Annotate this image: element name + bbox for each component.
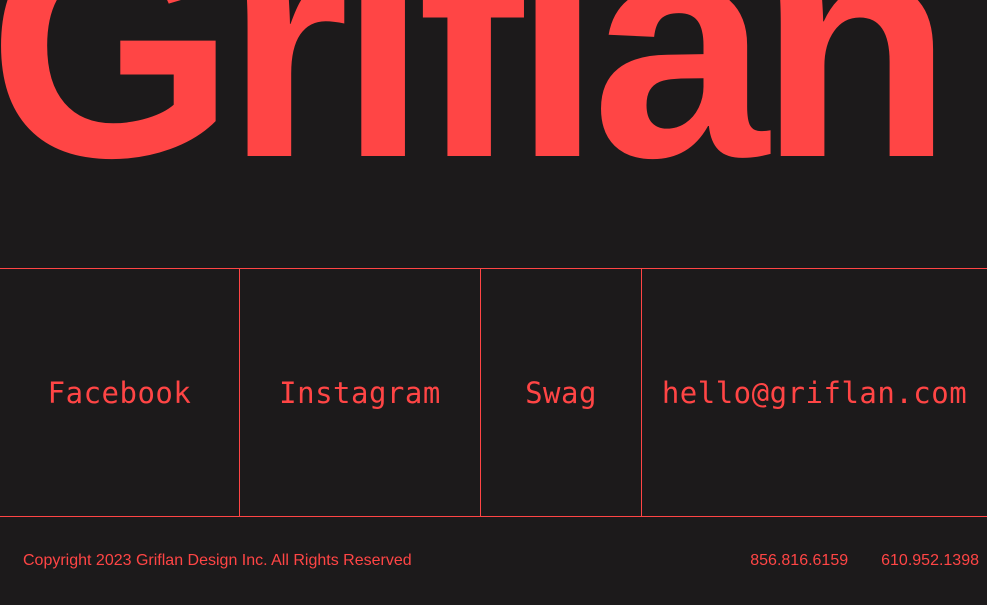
phone-numbers: 856.816.6159 610.952.1398 [750,552,979,570]
hero-section: Griflan [0,0,987,268]
social-links-row: Facebook Instagram Swag hello@griflan.co… [0,268,987,517]
facebook-link[interactable]: Facebook [0,269,240,516]
instagram-link[interactable]: Instagram [240,269,481,516]
swag-link[interactable]: Swag [481,269,642,516]
phone-link-1[interactable]: 856.816.6159 [750,552,848,570]
brand-wordmark: Griflan [0,0,953,224]
copyright-text: Copyright 2023 Griflan Design Inc. All R… [23,552,412,569]
email-link[interactable]: hello@griflan.com [642,269,987,516]
footer: Copyright 2023 Griflan Design Inc. All R… [0,517,987,605]
phone-link-2[interactable]: 610.952.1398 [881,552,979,570]
